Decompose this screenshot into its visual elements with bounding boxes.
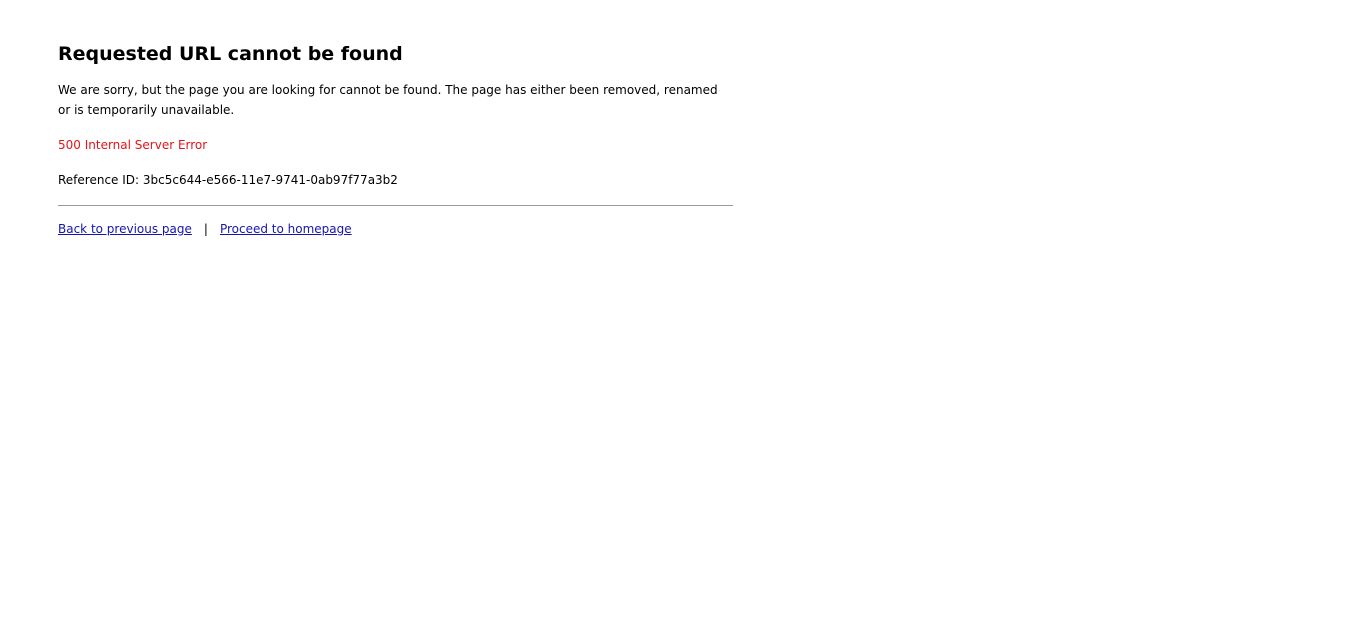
link-separator: | (203, 222, 208, 236)
reference-id-label: Reference ID: (58, 173, 140, 187)
reference-id-line: Reference ID: 3bc5c644-e566-11e7-9741-0a… (58, 170, 733, 190)
reference-id-value: 3bc5c644-e566-11e7-9741-0ab97f77a3b2 (142, 173, 398, 187)
divider (58, 205, 733, 206)
proceed-to-homepage-link[interactable]: Proceed to homepage (220, 222, 352, 236)
error-description: We are sorry, but the page you are looki… (58, 83, 718, 117)
error-status-text: 500 Internal Server Error (58, 138, 208, 152)
page-title: Requested URL cannot be found (58, 43, 403, 65)
back-to-previous-page-link[interactable]: Back to previous page (58, 222, 192, 236)
error-page-container: Requested URL cannot be found We are sor… (58, 40, 733, 239)
navigation-links: Back to previous page | Proceed to homepag… (58, 219, 733, 239)
